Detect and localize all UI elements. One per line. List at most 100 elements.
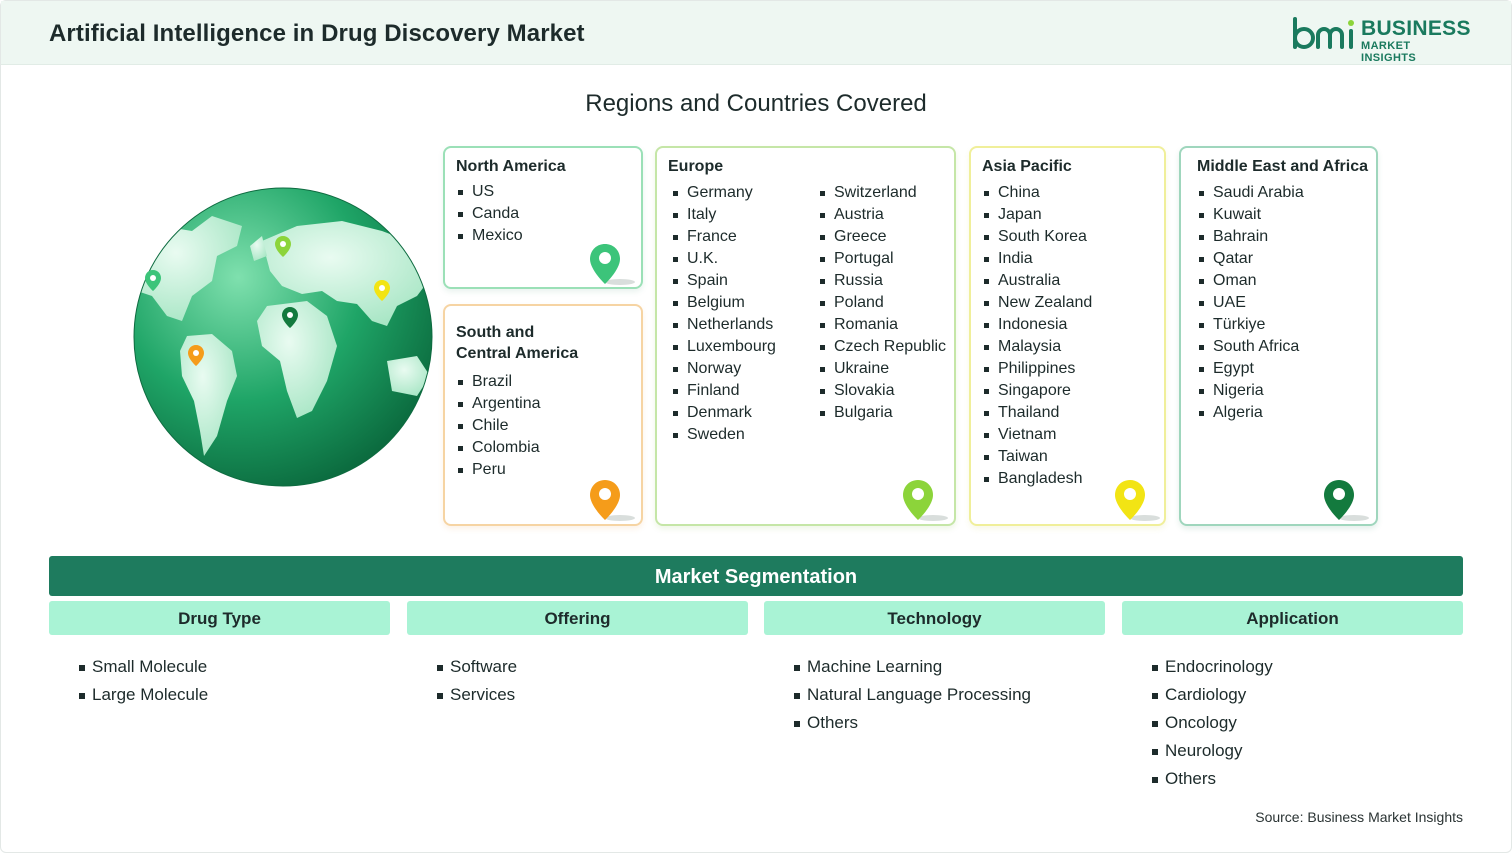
segment-heading: Technology bbox=[764, 601, 1105, 635]
list-item: Switzerland bbox=[818, 182, 946, 204]
list-item: Türkiye bbox=[1197, 314, 1304, 336]
region-country-list: Germany Italy France U.K. Spain Belgium … bbox=[671, 182, 776, 446]
list-item: Poland bbox=[818, 292, 946, 314]
region-title: Europe bbox=[668, 158, 724, 175]
list-item: Nigeria bbox=[1197, 380, 1304, 402]
list-item: Denmark bbox=[671, 402, 776, 424]
list-item: Taiwan bbox=[982, 446, 1092, 468]
list-item: Netherlands bbox=[671, 314, 776, 336]
region-title: Middle East and Africa bbox=[1197, 158, 1368, 175]
map-pin-icon bbox=[903, 480, 948, 521]
list-item: Others bbox=[1152, 765, 1463, 793]
bmi-logo-icon bbox=[1293, 17, 1354, 49]
list-item: Egypt bbox=[1197, 358, 1304, 380]
list-item: Russia bbox=[818, 270, 946, 292]
list-item: Ukraine bbox=[818, 358, 946, 380]
region-title: Asia Pacific bbox=[982, 158, 1072, 175]
list-item: Saudi Arabia bbox=[1197, 182, 1304, 204]
list-item: Brazil bbox=[456, 371, 541, 393]
list-item: Sweden bbox=[671, 424, 776, 446]
regions-title: Regions and Countries Covered bbox=[585, 90, 927, 117]
brand-subname: MARKET INSIGHTS bbox=[1361, 40, 1417, 64]
map-pin-icon bbox=[1324, 480, 1369, 521]
segment-column-application: Application Endocrinology Cardiology Onc… bbox=[1122, 601, 1463, 793]
segment-column-offering: Offering Software Services bbox=[407, 601, 748, 709]
list-item: China bbox=[982, 182, 1092, 204]
header: Artificial Intelligence in Drug Discover… bbox=[1, 1, 1511, 65]
region-title: North America bbox=[456, 158, 566, 175]
region-country-list: US Canda Mexico bbox=[456, 181, 523, 247]
list-item: Luxembourg bbox=[671, 336, 776, 358]
segment-heading: Offering bbox=[407, 601, 748, 635]
region-country-list: Saudi Arabia Kuwait Bahrain Qatar Oman U… bbox=[1197, 182, 1304, 424]
list-item: Bahrain bbox=[1197, 226, 1304, 248]
segment-list: Machine Learning Natural Language Proces… bbox=[764, 653, 1105, 737]
list-item: India bbox=[982, 248, 1092, 270]
region-card-asia-pacific: Asia Pacific China Japan South Korea Ind… bbox=[969, 146, 1166, 526]
list-item: Malaysia bbox=[982, 336, 1092, 358]
list-item: Norway bbox=[671, 358, 776, 380]
page-title: Artificial Intelligence in Drug Discover… bbox=[49, 20, 585, 47]
region-title-line: Central America bbox=[456, 345, 579, 362]
region-country-list: Switzerland Austria Greece Portugal Russ… bbox=[818, 182, 946, 424]
list-item: Romania bbox=[818, 314, 946, 336]
segment-heading: Drug Type bbox=[49, 601, 390, 635]
list-item: Others bbox=[794, 709, 1105, 737]
list-item: Oncology bbox=[1152, 709, 1463, 737]
segment-column-technology: Technology Machine Learning Natural Lang… bbox=[764, 601, 1105, 737]
list-item: Italy bbox=[671, 204, 776, 226]
list-item: Bangladesh bbox=[982, 468, 1092, 490]
brand-logo: BUSINESS MARKET INSIGHTS bbox=[1291, 15, 1470, 64]
list-item: New Zealand bbox=[982, 292, 1092, 314]
list-item: Chile bbox=[456, 415, 541, 437]
segment-heading: Application bbox=[1122, 601, 1463, 635]
list-item: Thailand bbox=[982, 402, 1092, 424]
list-item: Software bbox=[437, 653, 748, 681]
list-item: Finland bbox=[671, 380, 776, 402]
list-item: Argentina bbox=[456, 393, 541, 415]
list-item: Slovakia bbox=[818, 380, 946, 402]
list-item: Spain bbox=[671, 270, 776, 292]
brand-name: BUSINESS bbox=[1361, 17, 1471, 40]
list-item: Australia bbox=[982, 270, 1092, 292]
segment-list: Software Services bbox=[407, 653, 748, 709]
list-item: UAE bbox=[1197, 292, 1304, 314]
list-item: Endocrinology bbox=[1152, 653, 1463, 681]
list-item: Oman bbox=[1197, 270, 1304, 292]
list-item: South Africa bbox=[1197, 336, 1304, 358]
region-title-line: South and bbox=[456, 324, 535, 341]
segment-list: Endocrinology Cardiology Oncology Neurol… bbox=[1122, 653, 1463, 793]
segment-list: Small Molecule Large Molecule bbox=[49, 653, 390, 709]
region-country-list: China Japan South Korea India Australia … bbox=[982, 182, 1092, 490]
list-item: Machine Learning bbox=[794, 653, 1105, 681]
list-item: Czech Republic bbox=[818, 336, 946, 358]
market-segmentation-title: Market Segmentation bbox=[49, 556, 1463, 596]
list-item: South Korea bbox=[982, 226, 1092, 248]
list-item: Portugal bbox=[818, 248, 946, 270]
list-item: Austria bbox=[818, 204, 946, 226]
list-item: Belgium bbox=[671, 292, 776, 314]
list-item: Kuwait bbox=[1197, 204, 1304, 226]
list-item: Bulgaria bbox=[818, 402, 946, 424]
list-item: Colombia bbox=[456, 437, 541, 459]
list-item: Philippines bbox=[982, 358, 1092, 380]
list-item: Peru bbox=[456, 459, 541, 481]
list-item: Japan bbox=[982, 204, 1092, 226]
list-item: Large Molecule bbox=[79, 681, 390, 709]
list-item: Neurology bbox=[1152, 737, 1463, 765]
map-pin-icon bbox=[590, 480, 635, 521]
map-pin-icon bbox=[590, 244, 635, 285]
list-item: Mexico bbox=[456, 225, 523, 247]
list-item: France bbox=[671, 226, 776, 248]
region-card-north-america: North America US Canda Mexico bbox=[443, 146, 643, 289]
list-item: Greece bbox=[818, 226, 946, 248]
segment-column-drug-type: Drug Type Small Molecule Large Molecule bbox=[49, 601, 390, 709]
region-country-list: Brazil Argentina Chile Colombia Peru bbox=[456, 371, 541, 481]
list-item: Canda bbox=[456, 203, 523, 225]
region-card-middle-east-africa: Middle East and Africa Saudi Arabia Kuwa… bbox=[1179, 146, 1378, 526]
region-card-europe: Europe Germany Italy France U.K. Spain B… bbox=[655, 146, 956, 526]
list-item: Services bbox=[437, 681, 748, 709]
list-item: Singapore bbox=[982, 380, 1092, 402]
map-pin-icon bbox=[1115, 480, 1160, 521]
list-item: Natural Language Processing bbox=[794, 681, 1105, 709]
